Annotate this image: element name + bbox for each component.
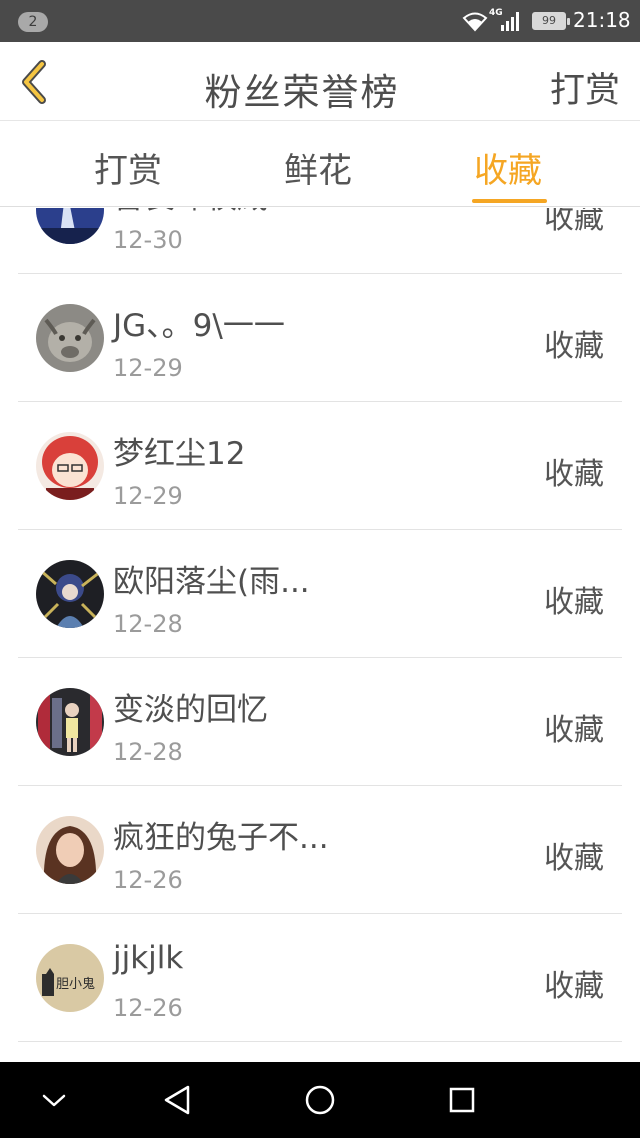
clock: 21:18 bbox=[573, 8, 631, 32]
page-title: 粉丝荣誉榜 bbox=[204, 71, 400, 114]
user-name: 疯狂的兔子不... bbox=[113, 820, 329, 856]
battery-icon: 99 bbox=[532, 12, 570, 30]
status-bar: 2 4G 99 21:18 bbox=[0, 0, 640, 42]
list-item[interactable]: 梦红尘12 12-29 收藏 bbox=[0, 402, 640, 530]
avatar bbox=[36, 304, 104, 372]
favorite-label: 收藏 bbox=[544, 208, 604, 236]
item-date: 12-29 bbox=[113, 354, 183, 382]
back-triangle-icon[interactable] bbox=[158, 1080, 198, 1120]
user-name: 善良却权威 bbox=[113, 208, 268, 217]
favorite-label: 收藏 bbox=[544, 841, 604, 876]
list-item[interactable]: JG、。9\一一 12-29 收藏 bbox=[0, 274, 640, 402]
signal-icon bbox=[501, 12, 519, 31]
avatar bbox=[36, 560, 104, 628]
list-item[interactable]: 变淡的回忆 12-28 收藏 bbox=[0, 658, 640, 786]
avatar bbox=[36, 688, 104, 756]
svg-text:胆小鬼: 胆小鬼 bbox=[56, 976, 95, 992]
system-nav-bar bbox=[0, 1062, 640, 1138]
fan-list[interactable]: 善良却权威 12-30 收藏 JG、。9\一一 12-29 收藏 bbox=[0, 208, 640, 1062]
tab-favorites[interactable]: 收藏 bbox=[474, 143, 542, 192]
item-date: 12-26 bbox=[113, 866, 183, 894]
item-date: 12-28 bbox=[113, 610, 183, 638]
user-name: JG、。9\一一 bbox=[113, 308, 285, 344]
active-tab-indicator bbox=[472, 199, 547, 203]
item-date: 12-29 bbox=[113, 482, 183, 510]
list-item[interactable]: 欧阳落尘(雨... 12-28 收藏 bbox=[0, 530, 640, 658]
user-name: jjkjlk bbox=[113, 940, 184, 976]
item-date: 12-26 bbox=[113, 994, 183, 1022]
list-item[interactable]: 胆小鬼 jjkjlk 12-26 收藏 bbox=[0, 914, 640, 1042]
favorite-label: 收藏 bbox=[544, 713, 604, 748]
user-name: 梦红尘12 bbox=[113, 436, 246, 472]
item-date: 12-28 bbox=[113, 738, 183, 766]
avatar bbox=[36, 432, 104, 500]
user-name: 变淡的回忆 bbox=[113, 692, 268, 728]
wifi-icon bbox=[462, 12, 488, 32]
tab-bar: 打赏 鲜花 收藏 bbox=[0, 121, 640, 207]
list-item[interactable]: 疯狂的兔子不... 12-26 收藏 bbox=[0, 786, 640, 914]
list-item[interactable]: 善良却权威 12-30 收藏 bbox=[0, 208, 640, 274]
recents-square-icon[interactable] bbox=[442, 1080, 482, 1120]
home-circle-icon[interactable] bbox=[300, 1080, 340, 1120]
tab-flowers[interactable]: 鲜花 bbox=[284, 143, 352, 192]
reward-button[interactable]: 打赏 bbox=[550, 62, 620, 113]
avatar: 胆小鬼 bbox=[36, 944, 104, 1012]
user-name: 欧阳落尘(雨... bbox=[113, 564, 310, 600]
battery-level: 99 bbox=[534, 14, 564, 28]
avatar bbox=[36, 208, 104, 244]
tab-reward[interactable]: 打赏 bbox=[94, 143, 162, 192]
item-date: 12-30 bbox=[113, 226, 183, 254]
favorite-label: 收藏 bbox=[544, 969, 604, 1004]
notification-badge: 2 bbox=[18, 12, 48, 32]
header: 粉丝荣誉榜 打赏 bbox=[0, 42, 640, 121]
favorite-label: 收藏 bbox=[544, 329, 604, 364]
chevron-down-icon[interactable] bbox=[34, 1080, 74, 1120]
favorite-label: 收藏 bbox=[544, 585, 604, 620]
avatar bbox=[36, 816, 104, 884]
favorite-label: 收藏 bbox=[544, 457, 604, 492]
